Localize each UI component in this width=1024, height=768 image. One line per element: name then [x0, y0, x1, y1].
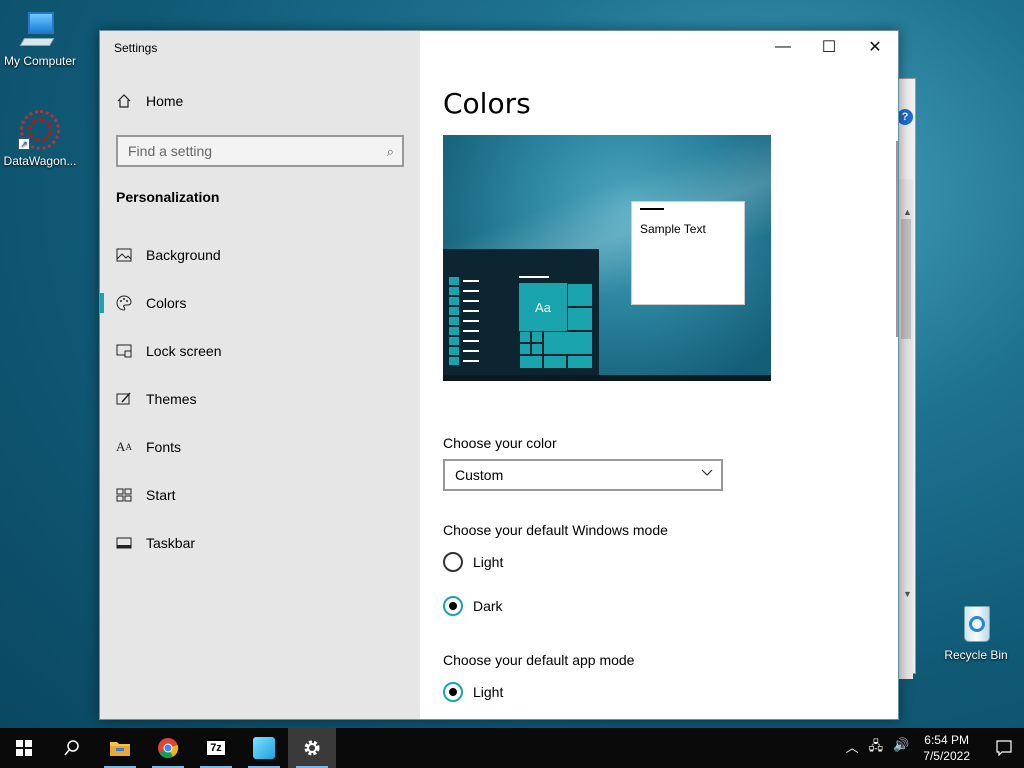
sidebar-item-label: Colors [146, 295, 187, 311]
windows-icon [16, 740, 32, 756]
chevron-up-icon[interactable]: ︿ [846, 737, 859, 759]
notification-icon [996, 740, 1012, 756]
sidebar-item-label: Themes [146, 391, 197, 407]
home-icon [117, 94, 131, 108]
font-icon: AA [116, 439, 132, 454]
preview-sample-text: Sample Text [640, 222, 706, 236]
sidebar-item-home[interactable]: Home [116, 93, 183, 109]
scroll-down-icon[interactable]: ▼ [903, 589, 912, 599]
desktop-icon-recycle-bin[interactable]: Recycle Bin [936, 602, 1016, 662]
desktop-icon-label: DataWagon... [3, 154, 77, 168]
search-box[interactable]: ⌕ [116, 135, 404, 167]
sidebar-item-label: Start [146, 487, 176, 503]
content-scrollbar[interactable] [896, 141, 898, 337]
windows-mode-label: Choose your default Windows mode [443, 522, 668, 538]
sidebar-item-taskbar[interactable]: Taskbar [100, 519, 420, 567]
sidebar-item-themes[interactable]: Themes [100, 375, 420, 423]
window-title: Settings [114, 41, 158, 55]
palette-icon [116, 295, 132, 311]
sidebar-item-lock-screen[interactable]: Lock screen [100, 327, 420, 375]
preview-start-menu: Aa [443, 249, 599, 381]
settings-window: Settings Home ⌕ Personalization Backgrou… [99, 30, 899, 720]
image-icon [116, 247, 132, 263]
sidebar-item-label: Background [146, 247, 221, 263]
start-icon [116, 487, 132, 503]
app-mode-light[interactable]: Light [443, 682, 503, 702]
sidebar-item-start[interactable]: Start [100, 471, 420, 519]
computer-icon [18, 8, 62, 52]
radio-label: Dark [473, 598, 503, 614]
notification-button[interactable] [984, 728, 1024, 768]
preview-window: Sample Text [631, 201, 745, 305]
desktop-icon-label: Recycle Bin [944, 648, 1008, 662]
7zip-button[interactable]: 7z [192, 728, 240, 768]
file-explorer-button[interactable] [96, 728, 144, 768]
volume-icon[interactable]: 🔊 [893, 737, 909, 759]
settings-icon [304, 740, 320, 756]
chrome-icon [158, 738, 179, 759]
windows-mode-dark[interactable]: Dark [443, 596, 503, 616]
taskbar-icon [116, 535, 132, 551]
search-button[interactable] [48, 728, 96, 768]
scroll-up-icon[interactable]: ▲ [903, 207, 912, 217]
background-scroll-thumb[interactable] [901, 219, 911, 339]
clock[interactable]: 6:54 PM 7/5/2022 [923, 732, 970, 764]
app-mode-label: Choose your default app mode [443, 652, 635, 668]
desktop-icon-label: My Computer [3, 54, 77, 68]
search-icon [64, 740, 79, 756]
sidebar-item-label: Fonts [146, 439, 182, 455]
radio-button[interactable] [443, 596, 463, 616]
search-icon[interactable]: ⌕ [387, 144, 394, 160]
sidebar-item-label: Lock screen [146, 343, 222, 359]
page-title: Colors [443, 87, 531, 120]
radio-label: Light [473, 684, 504, 700]
sidebar-item-label: Taskbar [146, 535, 196, 551]
app-icon [253, 737, 275, 759]
brush-icon [116, 391, 132, 407]
sidebar-item-colors[interactable]: Colors [100, 279, 420, 327]
sidebar-nav: Background Colors Lock screen Themes AA … [100, 231, 420, 567]
windows-mode-light[interactable]: Light [443, 552, 503, 572]
radio-button[interactable] [443, 682, 463, 702]
clock-time: 6:54 PM [924, 733, 969, 747]
radio-button[interactable] [443, 552, 463, 572]
taskbar: 7z ︿ 🖧 🔊 6:54 PM 7/5/2022 [0, 728, 1024, 768]
settings-taskbar-button[interactable] [288, 728, 336, 768]
network-icon[interactable]: 🖧 [869, 737, 884, 759]
color-dropdown[interactable]: Custom [443, 459, 723, 491]
color-dropdown-value: Custom [455, 467, 504, 483]
start-button[interactable] [0, 728, 48, 768]
section-heading: Personalization [116, 189, 220, 205]
app-button[interactable] [240, 728, 288, 768]
search-input[interactable] [118, 137, 402, 165]
home-label: Home [146, 93, 184, 109]
system-tray: ︿ 🖧 🔊 6:54 PM 7/5/2022 [846, 728, 1024, 768]
recycle-bin-icon [954, 602, 998, 646]
color-preview: Aa Sample Text [443, 135, 771, 381]
clock-date: 7/5/2022 [923, 749, 970, 763]
desktop-icon-my-computer[interactable]: My Computer [0, 8, 80, 68]
folder-icon [110, 742, 130, 756]
datawagon-icon: ↗ [18, 108, 62, 152]
chevron-down-icon [701, 469, 713, 476]
main-content: Colors Aa Sample Text Choose your color … [420, 31, 900, 719]
preview-tile: Aa [519, 283, 567, 331]
sidebar: Settings Home ⌕ Personalization Backgrou… [100, 31, 420, 719]
sidebar-item-background[interactable]: Background [100, 231, 420, 279]
lock-screen-icon [116, 343, 132, 359]
sidebar-item-fonts[interactable]: AA Fonts [100, 423, 420, 471]
7zip-icon: 7z [205, 739, 227, 757]
choose-color-label: Choose your color [443, 435, 557, 451]
desktop-icon-datawagon[interactable]: ↗ DataWagon... [0, 108, 80, 168]
chrome-button[interactable] [144, 728, 192, 768]
radio-label: Light [473, 554, 504, 570]
